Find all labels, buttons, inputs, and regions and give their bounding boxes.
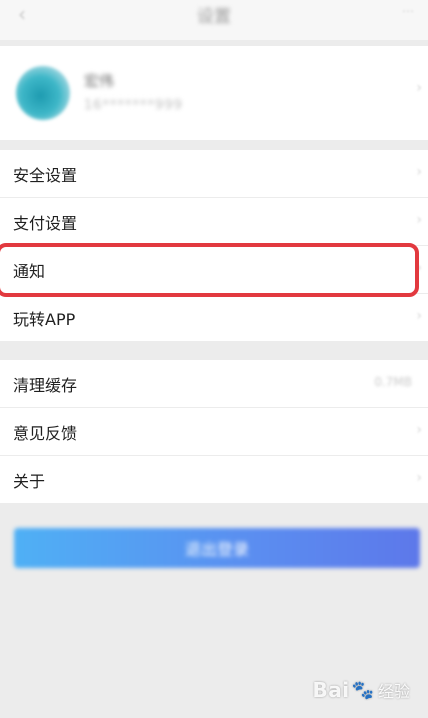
chevron-right-icon: ›: [416, 470, 422, 486]
settings-item-clear-cache[interactable]: 清理缓存 0.7MB: [0, 360, 428, 408]
settings-item-about[interactable]: 关于 ›: [0, 456, 428, 503]
profile-card[interactable]: 宏伟 16*******999 ›: [0, 46, 428, 140]
paw-icon: 🐾: [351, 679, 374, 701]
settings-item-label: 玩转APP: [13, 310, 76, 329]
chevron-right-icon: ›: [416, 212, 422, 228]
settings-group-2: 清理缓存 0.7MB 意见反馈 › 关于 ›: [0, 360, 428, 503]
settings-item-app-guide[interactable]: 玩转APP ›: [0, 294, 428, 341]
avatar: [16, 66, 70, 120]
chevron-right-icon: ›: [416, 308, 422, 324]
settings-item-feedback[interactable]: 意见反馈 ›: [0, 408, 428, 456]
profile-phone: 16*******999: [84, 98, 183, 113]
watermark-brand: Bai: [312, 678, 350, 702]
top-navbar: ‹ 设置 ⋯: [0, 0, 428, 40]
settings-item-label: 通知: [13, 262, 46, 281]
settings-group-1: 安全设置 › 支付设置 › 通知 › 玩转APP ›: [0, 150, 428, 341]
cache-size: 0.7MB: [374, 375, 412, 389]
chevron-right-icon: ›: [416, 422, 422, 438]
settings-item-payment[interactable]: 支付设置 ›: [0, 198, 428, 246]
watermark-text: 经验: [377, 682, 410, 701]
settings-item-security[interactable]: 安全设置 ›: [0, 150, 428, 198]
chevron-right-icon: ›: [416, 164, 422, 180]
settings-item-notifications[interactable]: 通知 ›: [0, 246, 428, 294]
baidu-watermark: Bai 🐾 经验: [312, 678, 410, 702]
profile-name: 宏伟: [84, 72, 115, 90]
chevron-right-icon: ›: [416, 260, 422, 276]
settings-item-label: 支付设置: [13, 214, 78, 233]
logout-button-label: 退出登录: [184, 540, 249, 559]
settings-item-label: 意见反馈: [13, 424, 78, 443]
more-icon[interactable]: ⋯: [402, 4, 422, 18]
logout-button[interactable]: 退出登录: [14, 528, 420, 568]
settings-item-label: 关于: [13, 472, 46, 491]
page-title: 设置: [197, 7, 231, 27]
settings-item-label: 安全设置: [13, 166, 78, 185]
settings-item-label: 清理缓存: [13, 376, 78, 395]
chevron-right-icon: ›: [416, 80, 422, 96]
